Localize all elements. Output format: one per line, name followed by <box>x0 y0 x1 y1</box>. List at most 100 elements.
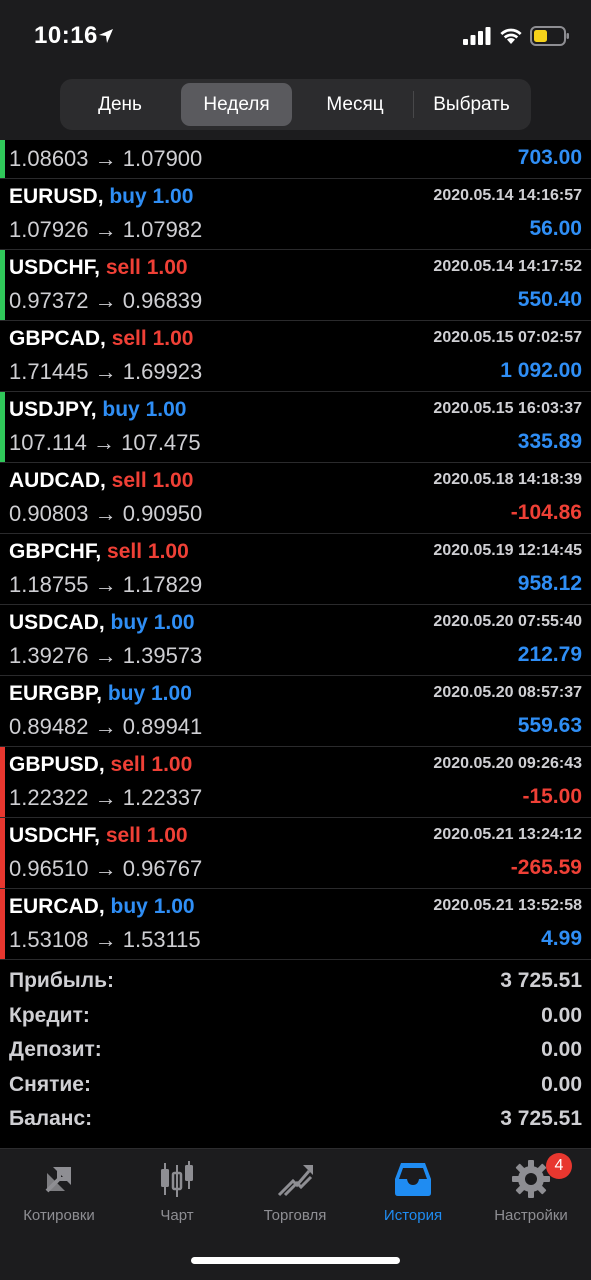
deal-row[interactable]: AUDCAD, sell 1.00 2020.05.18 14:18:39 0.90… <box>0 463 591 534</box>
deal-profit: 1 092.00 <box>500 359 582 382</box>
deal-prices: 1.71445 → 1.69923 <box>9 359 203 384</box>
deal-row[interactable]: USDCAD, buy 1.00 2020.05.20 07:55:40 1.392… <box>0 605 591 676</box>
deal-row[interactable]: GBPCHF, sell 1.00 2020.05.19 12:14:45 1.18… <box>0 534 591 605</box>
summary-label: Депозит: <box>9 1038 102 1061</box>
deal-time: 2020.05.14 14:17:52 <box>433 258 582 275</box>
deal-prices: 1.08603 → 1.07900 <box>9 146 203 171</box>
deal-row[interactable]: EURUSD, buy 1.00 2020.05.14 14:16:57 1.079… <box>0 179 591 250</box>
tab-history-label: История <box>383 1207 443 1224</box>
summary-value: 3 725.51 <box>500 1107 582 1130</box>
deal-side: buy <box>110 895 148 918</box>
deal-title: GBPCHF, sell 1.00 <box>9 540 189 564</box>
deal-title: AUDCAD, sell 1.00 <box>9 469 193 493</box>
deal-title: GBPUSD, sell 1.00 <box>9 753 192 777</box>
segment-divider <box>413 91 414 118</box>
deal-profit: 559.63 <box>517 714 582 737</box>
location-arrow-icon <box>99 29 113 43</box>
tab-history[interactable]: История <box>354 1149 472 1239</box>
deal-separator: , <box>97 185 110 208</box>
tab-settings-label: Настройки <box>494 1207 568 1224</box>
deal-side: sell <box>107 540 143 563</box>
deal-symbol: GBPCAD <box>9 327 101 350</box>
deal-volume: 1.00 <box>151 753 193 776</box>
deal-prices: 0.97372 → 0.96839 <box>9 288 203 313</box>
status-bar: 10:16 <box>0 0 591 70</box>
deal-profit: 212.79 <box>517 643 582 666</box>
period-day-tab[interactable]: День <box>64 83 176 126</box>
tab-chart-label: Чарт <box>160 1207 194 1224</box>
settings-notification-badge: 4 <box>546 1153 572 1179</box>
deal-volume: 1.00 <box>152 185 194 208</box>
deal-side: sell <box>105 256 141 279</box>
summary-row: Прибыль: 3 725.51 <box>0 961 591 996</box>
wifi-icon <box>500 28 522 44</box>
period-custom-tab[interactable]: Выбрать <box>416 83 527 126</box>
deal-title: EURUSD, buy 1.00 <box>9 185 193 209</box>
deal-volume: 1.00 <box>152 327 194 350</box>
deal-profit: 335.89 <box>517 430 582 453</box>
status-time: 10:16 <box>34 22 98 49</box>
deal-row[interactable]: EURGBP, buy 1.00 2020.05.20 08:57:37 0.894… <box>0 676 591 747</box>
deal-volume: 1.00 <box>146 256 188 279</box>
summary-value: 0.00 <box>541 1072 582 1096</box>
deal-result-bar <box>0 250 5 320</box>
deal-separator: , <box>100 469 112 492</box>
deal-symbol: USDCHF <box>9 824 95 847</box>
cellular-signal-icon <box>463 27 491 45</box>
history-inbox-icon <box>395 1163 431 1196</box>
deal-title: EURCAD, buy 1.00 <box>9 895 195 919</box>
battery-low-icon <box>530 26 569 46</box>
deal-title: USDJPY, buy 1.00 <box>9 398 186 422</box>
deal-row[interactable]: USDCHF, sell 1.00 2020.05.21 13:24:12 0.96… <box>0 818 591 889</box>
deal-symbol: GBPCHF <box>9 540 96 563</box>
deal-result-bar <box>0 392 5 462</box>
deal-row[interactable]: GBPUSD, sell 1.00 2020.05.20 09:26:43 1.22… <box>0 747 591 818</box>
tab-trade[interactable]: Торговля <box>236 1149 354 1239</box>
deal-profit: -15.00 <box>522 785 582 808</box>
deal-symbol: EURCAD <box>9 895 99 918</box>
summary-row: Баланс: 3 725.51 <box>0 1099 591 1134</box>
deal-row[interactable]: EURCAD, buy 1.00 2020.05.21 13:52:58 1.531… <box>0 889 591 960</box>
deal-row[interactable]: USDCHF, sell 1.00 2020.05.14 14:17:52 0.97… <box>0 250 591 321</box>
deal-profit: 56.00 <box>529 217 582 240</box>
quotes-icon <box>45 1167 71 1193</box>
deal-row[interactable]: GBPCAD, sell 1.00 2020.05.15 07:02:57 1.71… <box>0 321 591 392</box>
deal-prices: 1.18755 → 1.17829 <box>9 572 203 597</box>
period-segmented-control: День Неделя Месяц Выбрать <box>60 79 531 130</box>
deal-profit: -265.59 <box>510 856 582 879</box>
deal-separator: , <box>100 327 112 350</box>
deal-side: buy <box>110 611 148 634</box>
deal-title: EURGBP, buy 1.00 <box>9 682 192 706</box>
deal-time: 2020.05.21 13:24:12 <box>433 826 582 843</box>
trade-icon <box>277 1165 313 1197</box>
deal-title: USDCHF, sell 1.00 <box>9 824 188 848</box>
deal-row[interactable]: USDJPY, buy 1.00 2020.05.15 16:03:37 107.1… <box>0 392 591 463</box>
deal-side: sell <box>105 824 141 847</box>
summary-value: 3 725.51 <box>500 969 582 992</box>
deal-prices: 0.90803 → 0.90950 <box>9 501 203 526</box>
deal-symbol: USDCAD <box>9 611 99 634</box>
deal-result-bar <box>0 140 5 178</box>
summary-row: Снятие: 0.00 <box>0 1065 591 1100</box>
deal-volume: 1.00 <box>151 682 192 705</box>
deal-time: 2020.05.18 14:18:39 <box>433 471 582 488</box>
summary-row: Кредит: 0.00 <box>0 996 591 1031</box>
deal-prices: 1.53108 → 1.53115 <box>9 927 201 952</box>
deal-separator: , <box>94 824 106 847</box>
deal-prices: 107.114 → 107.475 <box>9 430 201 455</box>
summary-label: Снятие: <box>9 1072 91 1096</box>
deal-time: 2020.05.20 08:57:37 <box>433 684 582 701</box>
deal-result-bar <box>0 818 5 888</box>
period-week-tab[interactable]: Неделя <box>181 83 292 126</box>
period-month-tab[interactable]: Месяц <box>297 83 413 126</box>
deal-symbol: EURUSD <box>9 185 98 208</box>
deal-row[interactable]: 1.08603 → 1.07900 703.00 <box>0 140 591 179</box>
tab-chart[interactable]: Чарт <box>118 1149 236 1239</box>
deal-separator: , <box>98 753 111 776</box>
tab-quotes[interactable]: Котировки <box>0 1149 118 1239</box>
deal-prices: 0.89482 → 0.89941 <box>9 714 203 739</box>
deal-result-bar <box>0 889 5 959</box>
tab-settings[interactable]: 4 Настройки <box>472 1149 590 1239</box>
top-area: 10:16 День Неделя Месяц Выбрать <box>0 0 591 140</box>
summary-value: 0.00 <box>541 1038 582 1061</box>
